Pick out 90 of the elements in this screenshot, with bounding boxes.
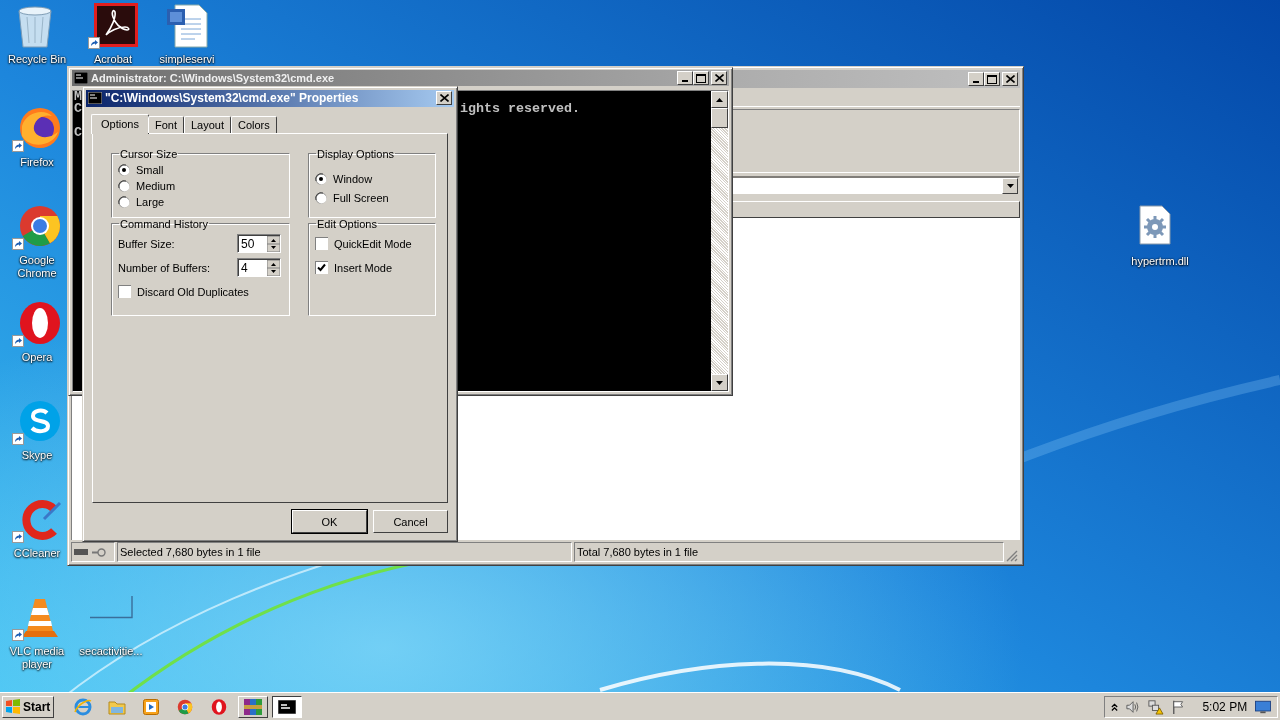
windows-flag-icon (5, 699, 21, 714)
option-label[interactable]: Small (136, 163, 164, 176)
up-arrow-icon (716, 97, 723, 102)
scrollbar[interactable] (711, 91, 728, 391)
shortcut-opera-icon[interactable] (12, 301, 62, 347)
option-label[interactable]: Insert Mode (334, 261, 393, 274)
option-label[interactable]: QuickEdit Mode (334, 237, 412, 250)
option-label[interactable]: Large (136, 195, 165, 208)
spin-up-icon[interactable] (267, 259, 280, 268)
tab[interactable]: Font (147, 115, 184, 133)
checkbox[interactable] (315, 261, 328, 275)
dropdown-button[interactable] (1002, 178, 1018, 194)
scroll-down-button[interactable] (711, 374, 728, 391)
icon-label[interactable]: hypertrm.dll (1131, 255, 1189, 268)
radio-button[interactable] (118, 195, 130, 208)
status-text: Total 7,680 bytes in 1 file (577, 546, 699, 558)
dialog-button[interactable]: OK (292, 510, 367, 533)
console-icon (278, 699, 296, 714)
status-text: Selected 7,680 bytes in 1 file (120, 546, 261, 558)
spin-down-icon[interactable] (267, 243, 280, 252)
shortcut-skype-icon[interactable] (12, 399, 62, 445)
group-title: Display Options (316, 147, 396, 160)
group-title: Command History (119, 217, 210, 230)
spin-up-icon[interactable] (267, 235, 280, 244)
window-title: Administrator: C:\Windows\System32\cmd.exe (91, 71, 335, 85)
minimize-button[interactable] (968, 72, 984, 86)
maximize-icon (696, 73, 706, 83)
console-text: ights reserved. (460, 103, 580, 115)
down-arrow-icon (716, 380, 723, 385)
maximize-icon (987, 74, 997, 84)
close-button[interactable] (436, 91, 452, 106)
flag-icon[interactable] (1172, 698, 1185, 715)
shortcut-firefox-icon[interactable] (12, 106, 62, 152)
play-icon (143, 698, 159, 715)
scroll-up-button[interactable] (711, 91, 728, 108)
spin-down-icon[interactable] (267, 267, 280, 276)
start-button[interactable]: Start (2, 695, 54, 718)
resize-grip-icon[interactable] (1006, 550, 1018, 562)
clock[interactable]: 5:02 PM (1202, 699, 1248, 714)
shortcut-chrome-icon[interactable] (12, 204, 62, 250)
taskbar-button[interactable] (272, 695, 302, 718)
network-warning-icon[interactable] (1148, 698, 1165, 715)
console-text: C (74, 103, 82, 115)
spin-box[interactable]: 50 (237, 234, 281, 254)
shortcut-ccleaner-icon[interactable] (12, 497, 62, 543)
option-label[interactable]: Discard Old Duplicates (137, 285, 249, 298)
group-title: Edit Options (316, 217, 378, 230)
speaker-icon[interactable] (1126, 699, 1141, 714)
tab[interactable]: Options (91, 113, 149, 134)
folder-icon (108, 698, 126, 715)
radio-button[interactable] (315, 173, 327, 186)
console-icon (88, 92, 102, 105)
show-hidden-icons-icon[interactable] (1111, 701, 1119, 712)
show-desktop-icon[interactable] (1255, 699, 1272, 714)
checkbox[interactable] (118, 285, 131, 299)
drive-icon (74, 549, 88, 555)
dialog-title: "C:\Windows\System32\cmd.exe" Properties (105, 91, 359, 106)
scroll-thumb[interactable] (711, 108, 728, 128)
dialog-button[interactable]: Cancel (373, 510, 448, 533)
console-text: M (74, 91, 82, 103)
console-text: C (74, 127, 82, 139)
spin-box[interactable]: 4 (237, 258, 281, 278)
radio-button[interactable] (118, 163, 130, 176)
radio-button[interactable] (118, 179, 130, 192)
tab[interactable]: Layout (183, 115, 231, 133)
icon-label[interactable]: Recycle Bin (7, 53, 67, 66)
field-label: Buffer Size: (118, 237, 175, 250)
opera-icon (211, 698, 227, 715)
close-icon (439, 94, 449, 103)
close-icon (1005, 75, 1015, 83)
option-label[interactable]: Full Screen (333, 192, 389, 205)
shortcut-acrobat-icon[interactable] (88, 3, 138, 49)
dropdown-arrow-icon (1006, 184, 1014, 188)
checkbox[interactable] (315, 237, 328, 251)
console-icon (74, 72, 88, 84)
option-label[interactable]: Window (333, 173, 373, 186)
group-title: Cursor Size (119, 147, 179, 160)
maximize-button[interactable] (984, 72, 1000, 86)
key-icon (92, 547, 106, 557)
browser-globe-icon (74, 697, 92, 716)
option-label[interactable]: Medium (136, 179, 176, 192)
chrome-icon (177, 698, 193, 715)
field-label: Number of Buffers: (118, 261, 211, 274)
close-icon (714, 74, 724, 82)
tab[interactable]: Colors (230, 115, 277, 133)
radio-button[interactable] (315, 192, 327, 205)
archive-books-icon (244, 698, 262, 715)
icon-label[interactable]: Acrobat (94, 53, 132, 66)
icon-label[interactable]: simpleservi (159, 53, 215, 66)
close-button[interactable] (1002, 72, 1018, 86)
